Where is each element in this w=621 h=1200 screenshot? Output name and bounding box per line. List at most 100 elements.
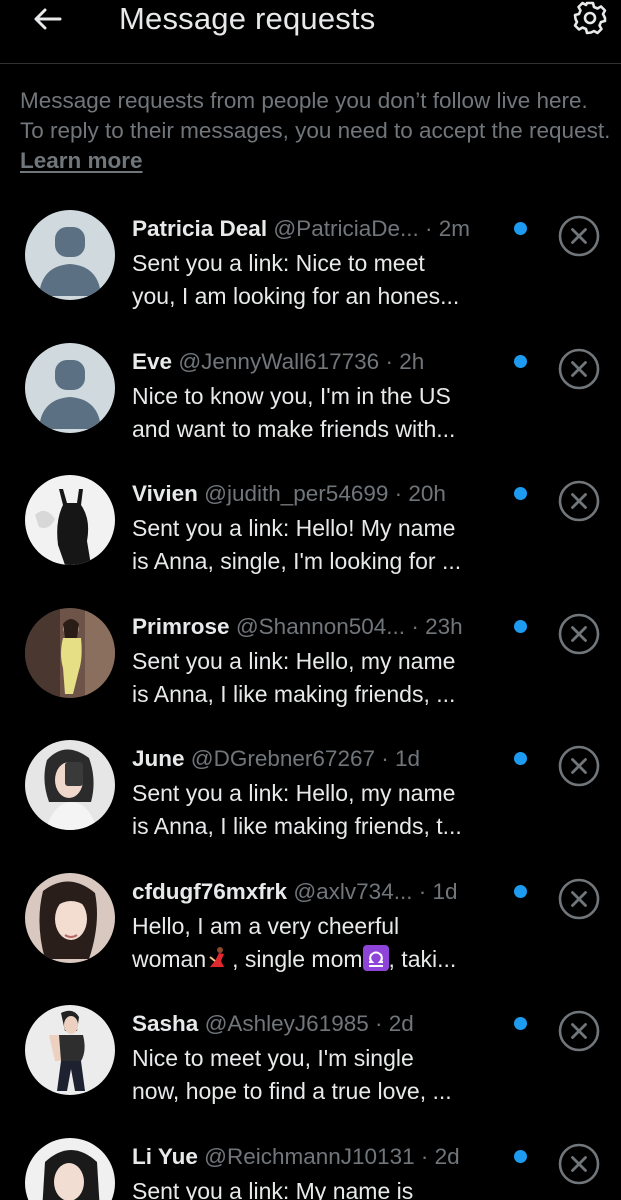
- preview-line: you, I am looking for an hones...: [132, 283, 460, 309]
- close-circle-icon: [558, 348, 600, 389]
- message-preview: Sent you a link: Nice to meet you, I am l…: [132, 247, 502, 313]
- settings-button[interactable]: [566, 0, 614, 38]
- dismiss-button[interactable]: [557, 1009, 601, 1053]
- profile-photo: [25, 1137, 115, 1200]
- request-item[interactable]: Patricia Deal @PatriciaDe... · 2m Sent y…: [0, 198, 621, 331]
- dismiss-button[interactable]: [557, 214, 601, 258]
- default-avatar-icon: [25, 342, 115, 433]
- sender-line: cfdugf76mxfrk @axlv734... · 1d: [132, 877, 512, 907]
- libra-emoji-icon: [362, 944, 389, 971]
- timestamp: 2d: [388, 1011, 414, 1036]
- sender-line: Primrose @Shannon504... · 23h: [132, 612, 512, 642]
- sender-handle: @JennyWall617736: [178, 348, 380, 374]
- message-preview: Sent you a link: Hello, my name is Anna, …: [132, 645, 502, 711]
- avatar: [25, 872, 115, 963]
- dismiss-button[interactable]: [557, 877, 601, 921]
- sender-line: Eve @JennyWall617736 · 2h: [132, 347, 512, 377]
- sender-name: Primrose: [132, 613, 230, 639]
- message-preview: Nice to meet you, I'm single now, hope to…: [132, 1042, 502, 1108]
- sender-line: June @DGrebner67267 · 1d: [132, 744, 512, 774]
- sender-handle: @DGrebner67267: [190, 746, 375, 771]
- dismiss-button[interactable]: [557, 479, 601, 523]
- sender-line: Sasha @AshleyJ61985 · 2d: [132, 1009, 512, 1039]
- dismiss-button[interactable]: [557, 612, 601, 656]
- preview-line: and want to make friends with...: [132, 415, 456, 442]
- top-bar: Message requests: [0, 0, 621, 64]
- message-preview: Nice to know you, I'm in the US and want …: [132, 380, 502, 446]
- profile-photo: [25, 607, 115, 698]
- unread-dot-icon: [514, 354, 527, 368]
- separator: ·: [385, 348, 393, 374]
- request-item[interactable]: Sasha @AshleyJ61985 · 2d Nice to meet yo…: [0, 993, 621, 1126]
- unread-dot-icon: [514, 884, 527, 898]
- avatar: [25, 1005, 115, 1095]
- gear-icon: [573, 1, 607, 35]
- avatar: [25, 740, 115, 830]
- separator: ·: [420, 1143, 429, 1169]
- message-preview: Sent you a link: My name is: [132, 1175, 502, 1200]
- sender-line: Vivien @judith_per54699 · 20h: [132, 479, 512, 509]
- close-circle-icon: [558, 215, 600, 257]
- preview-text: , single mom: [232, 945, 363, 972]
- unread-dot-icon: [514, 487, 527, 500]
- dismiss-button[interactable]: [557, 1142, 601, 1186]
- preview-line: Nice to know you, I'm in the US: [132, 382, 451, 409]
- separator: ·: [381, 746, 389, 771]
- preview-line: Sent you a link: Hello, my name: [132, 647, 456, 674]
- learn-more-link[interactable]: Learn more: [20, 148, 143, 173]
- profile-photo: [25, 740, 115, 830]
- request-item[interactable]: Vivien @judith_per54699 · 20h Sent you a…: [0, 463, 621, 596]
- close-circle-icon: [558, 480, 600, 522]
- info-description: Message requests from people you don’t f…: [20, 88, 611, 143]
- preview-line: Nice to meet you, I'm single: [132, 1045, 414, 1071]
- timestamp: 2m: [438, 216, 471, 241]
- sender-name: Eve: [132, 348, 173, 374]
- separator: ·: [375, 1011, 383, 1036]
- separator: ·: [411, 613, 419, 639]
- sender-handle: @AshleyJ61985: [204, 1011, 369, 1036]
- sender-handle: @ReichmannJ10131: [204, 1143, 415, 1169]
- profile-photo: [25, 1005, 115, 1095]
- close-circle-icon: [558, 745, 600, 787]
- sender-name: Sasha: [132, 1011, 199, 1036]
- page-title: Message requests: [119, 1, 376, 36]
- separator: ·: [418, 878, 427, 904]
- request-item[interactable]: Li Yue @ReichmannJ10131 · 2d Sent you a …: [0, 1126, 621, 1200]
- preview-line: is Anna, I like making friends, t...: [132, 813, 462, 839]
- separator: ·: [425, 216, 433, 241]
- separator: ·: [394, 481, 403, 506]
- sender-name: cfdugf76mxfrk: [132, 878, 288, 904]
- profile-photo: [25, 475, 115, 565]
- request-item[interactable]: June @DGrebner67267 · 1d Sent you a link…: [0, 728, 621, 861]
- dismiss-button[interactable]: [557, 744, 601, 788]
- close-circle-icon: [558, 613, 600, 654]
- message-preview: Sent you a link: Hello, my name is Anna, …: [132, 777, 502, 843]
- message-preview: Sent you a link: Hello! My name is Anna, …: [132, 512, 502, 578]
- sender-name: Li Yue: [132, 1143, 198, 1169]
- dismiss-button[interactable]: [557, 347, 601, 391]
- avatar: [25, 475, 115, 565]
- preview-line: Hello, I am a very cheerful: [132, 912, 400, 939]
- preview-line: Sent you a link: Nice to meet: [132, 250, 425, 276]
- sender-handle: @PatriciaDe...: [273, 216, 419, 241]
- preview-line: is Anna, single, I'm looking for ...: [132, 548, 462, 574]
- back-button[interactable]: [26, 2, 70, 38]
- preview-line: is Anna, I like making friends, ...: [132, 680, 456, 707]
- avatar: [25, 1137, 115, 1200]
- preview-text: woman: [132, 945, 207, 972]
- avatar: [25, 342, 115, 433]
- request-item[interactable]: Primrose @Shannon504... · 23h Sent you a…: [0, 596, 621, 729]
- request-item[interactable]: Eve @JennyWall617736 · 2h Nice to know y…: [0, 331, 621, 464]
- request-item[interactable]: cfdugf76mxfrk @axlv734... · 1d Hello, I …: [0, 861, 621, 994]
- sender-handle: @Shannon504...: [235, 613, 406, 639]
- preview-line: Sent you a link: Hello! My name: [132, 515, 456, 541]
- unread-dot-icon: [514, 619, 527, 633]
- timestamp: 1d: [432, 878, 458, 904]
- avatar: [25, 210, 115, 300]
- unread-dot-icon: [514, 1017, 527, 1030]
- preview-line: woman , single mom , taki...: [132, 943, 502, 976]
- unread-dot-icon: [514, 752, 527, 765]
- sender-handle: @axlv734...: [293, 878, 413, 904]
- close-circle-icon: [558, 1143, 600, 1184]
- timestamp: 23h: [425, 613, 463, 639]
